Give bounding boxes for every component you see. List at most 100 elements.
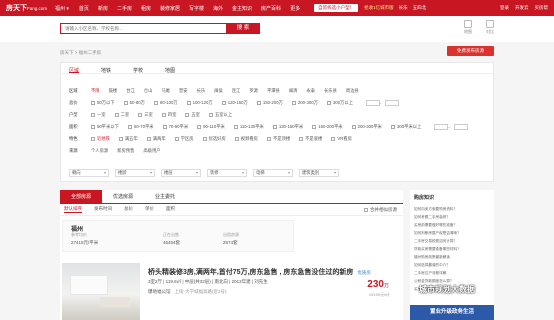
sort-option[interactable]: 面积 (166, 206, 175, 213)
knowledge-item[interactable]: 贷款买房需要准备哪些材料？ (414, 245, 490, 253)
promo-link[interactable]: 抢收1亿城市版 (364, 5, 394, 11)
filter-select[interactable]: 楼层 (161, 169, 201, 177)
filter-option[interactable]: 马尾 (161, 88, 170, 94)
nav-link[interactable]: 海外 (213, 5, 223, 12)
knowledge-item[interactable]: 二手房过户流程详解 (414, 269, 490, 277)
nav-link[interactable]: 二手房 (117, 5, 132, 12)
nav-link[interactable]: 更多 (290, 5, 300, 12)
filter-select[interactable]: 朝向 (69, 169, 109, 177)
filter-option[interactable]: 学区房 (174, 136, 194, 142)
filter-option[interactable]: 110-130平米 (233, 124, 264, 130)
filter-option[interactable]: 仓山 (144, 88, 153, 94)
listing-title[interactable]: 桥头精装修3房,满两年,首付75万,房东急售 , 房东急售没住过的新房 优质房 (148, 267, 371, 277)
filter-option[interactable]: 高级用户 (143, 148, 160, 154)
filter-option[interactable]: 个人房源 (91, 148, 108, 154)
filter-option[interactable]: 长乐县 (324, 88, 337, 94)
range-min-input[interactable] (366, 100, 381, 106)
sort-option[interactable]: 发布时间 (94, 206, 112, 213)
filter-tab[interactable]: 地铁 (101, 67, 111, 74)
knowledge-item[interactable]: 福州购房政策最新解读 (414, 253, 490, 261)
filter-option[interactable]: 150-200平米 (312, 124, 343, 130)
filter-option[interactable]: 闽侯 (214, 88, 223, 94)
filter-option[interactable]: 优选好房 (202, 136, 226, 142)
filter-option[interactable]: 200-300平米 (351, 124, 382, 130)
filter-option[interactable]: 长乐 (197, 88, 206, 94)
filter-option[interactable]: 二室 (114, 112, 129, 118)
promo-ad[interactable]: 自贸拆选小户型！ (314, 4, 359, 12)
compare-tool[interactable]: 对比 (486, 20, 494, 35)
knowledge-item[interactable]: 买房前需要做好哪些准备？ (414, 221, 490, 229)
filter-option[interactable]: 平潭县 (267, 88, 280, 94)
filter-option[interactable]: 80-100万 (153, 100, 178, 106)
filter-select[interactable]: 装修 (207, 169, 247, 177)
filter-option[interactable]: 五室 (185, 112, 200, 118)
knowledge-item[interactable]: 如何判断房屋产权是否清晰？ (414, 229, 490, 237)
filter-option[interactable]: VR看房 (331, 136, 352, 142)
filter-option[interactable]: 连江 (232, 88, 241, 94)
promo-link[interactable]: 长乐 (399, 5, 408, 11)
filter-option[interactable]: 罗源 (249, 88, 258, 94)
filter-option[interactable]: 三室 (138, 112, 153, 118)
listing-card[interactable]: 桥头精装修3房,满两年,首付75万,房东急售 , 房东急售没住过的新房 优质房 3… (60, 263, 403, 320)
filter-option[interactable]: 不限 (91, 88, 100, 94)
filter-option[interactable]: 300万以上 (326, 100, 353, 106)
site-logo[interactable]: 房天下Fang.com (6, 3, 47, 13)
nav-link[interactable]: 房产百科 (261, 5, 281, 12)
user-link[interactable]: 买房帮 (535, 5, 549, 11)
filter-option[interactable]: 四室 (161, 112, 176, 118)
filter-select[interactable]: 建筑类别 (299, 169, 339, 177)
knowledge-item[interactable]: 如何考察二手房装修？ (414, 213, 490, 221)
filter-option[interactable]: 120-150万 (221, 100, 248, 106)
filter-option[interactable]: 满两年 (146, 136, 166, 142)
filter-option[interactable]: 周边县 (346, 88, 359, 94)
filter-option[interactable]: 永泰 (306, 88, 315, 94)
promo-link[interactable]: 五四北 (413, 5, 427, 11)
filter-option[interactable]: 满五年 (118, 136, 138, 142)
filter-option[interactable]: 90-110平米 (197, 124, 225, 130)
publish-listing-button[interactable]: 免费发布房源 (447, 46, 494, 56)
nav-link[interactable]: 租房 (141, 5, 151, 12)
merge-similar-toggle[interactable]: 合并相似房源 (364, 207, 397, 213)
filter-option[interactable]: 五室以上 (208, 112, 232, 118)
filter-option[interactable]: 70-90平米 (162, 124, 188, 130)
filter-tab[interactable]: 学校 (133, 67, 143, 74)
listing-tab[interactable]: 优选房源 (102, 190, 144, 203)
range-max-input[interactable] (453, 124, 468, 130)
filter-tab[interactable]: 地图 (165, 67, 175, 74)
knowledge-item[interactable]: 如何选择靠谱的中介？ (414, 261, 490, 269)
city-selector[interactable]: 福州 ▾ (55, 5, 69, 12)
user-link[interactable]: 登录 (500, 5, 509, 11)
nav-link[interactable]: 新房 (98, 5, 108, 12)
listing-tab[interactable]: 业主委托 (144, 190, 186, 203)
listing-photo[interactable] (62, 263, 140, 320)
filter-option[interactable]: 晋安 (179, 88, 188, 94)
range-max-input[interactable] (385, 100, 400, 106)
filter-option[interactable]: 鼓楼 (109, 88, 118, 94)
filter-option[interactable]: 新房预售 (117, 148, 134, 154)
filter-option[interactable]: 50平米以下 (91, 124, 119, 130)
user-link[interactable]: 开发云 (515, 5, 529, 11)
knowledge-item[interactable]: 如何向卖方索要购房资料？ (414, 205, 490, 213)
nav-link[interactable]: 写字楼 (189, 5, 204, 12)
map-tool[interactable]: 地图 (464, 20, 472, 35)
filter-option[interactable]: 闽清 (289, 88, 298, 94)
filter-select[interactable]: 电梯 (253, 169, 293, 177)
filter-option[interactable]: 50-70平米 (127, 124, 154, 130)
community-link[interactable]: 爆地福公馆 (148, 289, 171, 294)
filter-option[interactable]: 300平米以上 (390, 124, 421, 130)
sort-option[interactable]: 默认排序 (64, 206, 82, 213)
search-button[interactable]: 搜 索 (226, 23, 260, 34)
filter-option[interactable]: 50-80万 (123, 100, 145, 106)
filter-option[interactable]: 不是顶楼 (266, 136, 290, 142)
filter-option[interactable]: 一室 (91, 112, 106, 118)
filter-option[interactable]: 50万以下 (91, 100, 115, 106)
range-min-input[interactable] (434, 124, 449, 130)
filter-select[interactable]: 楼龄 (115, 169, 155, 177)
filter-option[interactable]: 不是底楼 (299, 136, 322, 142)
nav-link[interactable]: 首页 (79, 5, 89, 12)
filter-option[interactable]: 150-200万 (256, 100, 283, 106)
sort-option[interactable]: 单价 (145, 206, 154, 213)
filter-option[interactable]: 台江 (126, 88, 135, 94)
listing-tab[interactable]: 全部房源 (60, 190, 102, 203)
promo-banner[interactable]: 置业升级政务生活 (410, 305, 494, 320)
